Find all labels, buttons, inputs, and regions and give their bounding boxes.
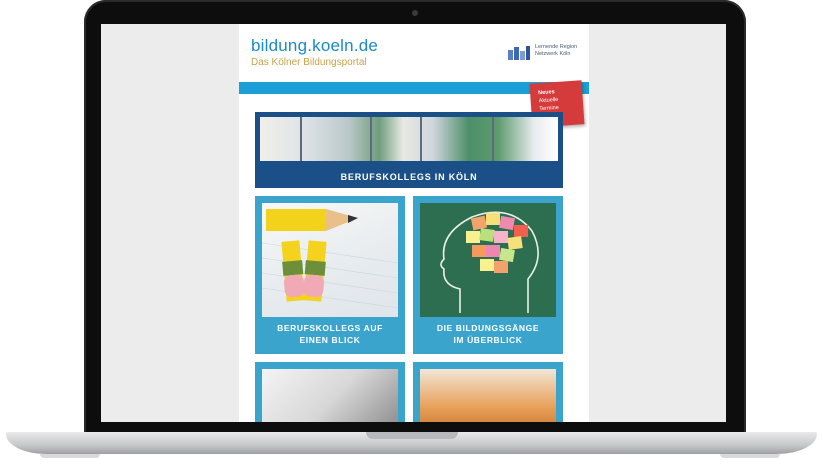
tile-lower-left[interactable] [255,362,405,422]
partner-line-1: Lernende Region [535,44,578,50]
banner-berufskollegs[interactable]: BERUFSKOLLEGS IN KÖLN [255,112,563,188]
banner-label: BERUFSKOLLEGS IN KÖLN [340,172,478,182]
partner-line-2: Netzwerk Köln [535,51,571,57]
chalkboard-image [420,203,556,317]
laptop-lid: bildung.koeln.de Das Kölner Bildungsport… [84,0,746,438]
tile-label: BERUFSKOLLEGS AUF EINEN BLICK [277,323,383,345]
laptop-notch [366,432,458,439]
pencil-image [262,203,398,317]
head-illustration [440,211,539,313]
site-tagline: Das Kölner Bildungsportal [251,57,367,68]
partner-logo-icon [508,46,530,60]
tile-label: DIE BILDUNGSGÄNGE IM ÜBERBLICK [436,323,540,345]
tile-berufskollegs-auf-einen-blick[interactable]: BERUFSKOLLEGS AUF EINEN BLICK [255,196,405,354]
webpage: bildung.koeln.de Das Kölner Bildungsport… [239,24,589,422]
laptop-foot-right [720,454,780,458]
desk-image [262,369,398,422]
laptop-foot-left [40,454,100,458]
laptop-screen: bildung.koeln.de Das Kölner Bildungsport… [101,24,726,422]
corridor-image [260,117,558,161]
sticky-note-text: Neues Aktuelle Termine [537,89,560,113]
tile-bildungsgaenge-im-ueberblick[interactable]: DIE BILDUNGSGÄNGE IM ÜBERBLICK [413,196,563,354]
workshop-image [420,369,556,422]
site-logo[interactable]: bildung.koeln.de [251,36,378,56]
partner-logo[interactable]: Lernende Region Netzwerk Köln [507,42,585,66]
laptop-base [6,432,817,454]
partner-name: Lernende Region Netzwerk Köln [535,44,587,58]
camera-icon [412,10,418,16]
pencil-illustration [262,209,398,309]
tile-lower-right[interactable] [413,362,563,422]
laptop-mockup: bildung.koeln.de Das Kölner Bildungsport… [0,0,823,473]
